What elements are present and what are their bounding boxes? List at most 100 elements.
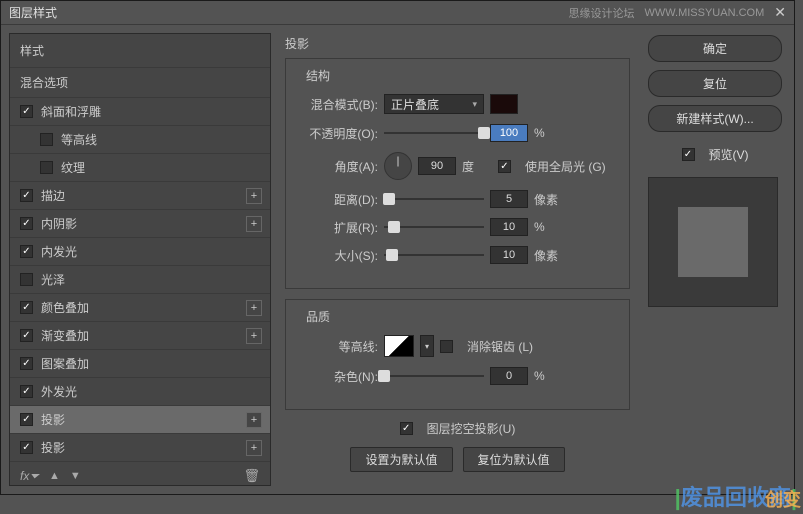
preview-box <box>648 177 778 307</box>
checkbox-icon[interactable] <box>20 105 33 118</box>
slider-thumb-icon[interactable] <box>386 249 398 261</box>
style-label: 描边 <box>41 187 65 204</box>
style-item-outer-glow[interactable]: 外发光 <box>10 377 270 405</box>
global-light-checkbox[interactable] <box>498 160 511 173</box>
cancel-button[interactable]: 复位 <box>648 70 782 97</box>
blend-options-header[interactable]: 混合选项 <box>10 67 270 97</box>
chevron-down-icon: ▾ <box>472 99 477 110</box>
opacity-slider[interactable] <box>384 132 484 134</box>
blend-mode-label: 混合模式(B): <box>298 96 378 113</box>
angle-dial[interactable] <box>384 152 412 180</box>
angle-unit: 度 <box>462 158 492 175</box>
titlebar: 图层样式 思缘设计论坛 WWW.MISSYUAN.COM ✕ <box>1 1 794 25</box>
style-label: 斜面和浮雕 <box>41 103 101 120</box>
add-effect-icon[interactable]: + <box>246 412 262 428</box>
preview-toggle[interactable]: 预览(V) <box>648 146 782 163</box>
set-default-button[interactable]: 设置为默认值 <box>350 447 452 472</box>
opacity-input[interactable] <box>490 124 528 142</box>
noise-label: 杂色(N): <box>298 368 378 385</box>
style-item-bevel[interactable]: 斜面和浮雕 <box>10 97 270 125</box>
checkbox-icon[interactable] <box>40 133 53 146</box>
structure-fieldset: 结构 混合模式(B): 正片叠底▾ 不透明度(O): % 角度(A): 度 <box>285 58 630 289</box>
style-label: 光泽 <box>41 271 65 288</box>
checkbox-icon[interactable] <box>20 189 33 202</box>
checkbox-icon[interactable] <box>20 441 33 454</box>
style-item-inner-glow[interactable]: 内发光 <box>10 237 270 265</box>
checkbox-icon[interactable] <box>20 329 33 342</box>
checkbox-icon[interactable] <box>20 413 33 426</box>
checkbox-icon[interactable] <box>20 217 33 230</box>
distance-label: 距离(D): <box>298 191 378 208</box>
add-effect-icon[interactable]: + <box>246 188 262 204</box>
spread-slider[interactable] <box>384 226 484 228</box>
noise-unit: % <box>534 369 564 383</box>
style-item-satin[interactable]: 光泽 <box>10 265 270 293</box>
style-item-color-overlay[interactable]: 颜色叠加 + <box>10 293 270 321</box>
move-up-icon[interactable]: ▲ <box>49 470 60 482</box>
add-effect-icon[interactable]: + <box>246 300 262 316</box>
checkbox-icon[interactable] <box>20 301 33 314</box>
blend-mode-select[interactable]: 正片叠底 ▾ <box>384 94 484 114</box>
antialias-checkbox[interactable] <box>440 340 453 353</box>
forum-url: WWW.MISSYUAN.COM <box>644 7 764 19</box>
contour-dropdown-icon[interactable]: ▾ <box>420 335 434 357</box>
opacity-label: 不透明度(O): <box>298 125 378 142</box>
slider-thumb-icon[interactable] <box>378 370 390 382</box>
noise-input[interactable] <box>490 367 528 385</box>
reset-default-button[interactable]: 复位为默认值 <box>463 447 565 472</box>
add-effect-icon[interactable]: + <box>246 216 262 232</box>
preview-label: 预览(V) <box>709 146 749 163</box>
style-item-contour[interactable]: 等高线 <box>10 125 270 153</box>
distance-unit: 像素 <box>534 191 564 208</box>
shadow-color-swatch[interactable] <box>490 94 518 114</box>
size-label: 大小(S): <box>298 247 378 264</box>
titlebar-right: 思缘设计论坛 WWW.MISSYUAN.COM ✕ <box>568 4 786 21</box>
style-label: 等高线 <box>61 131 97 148</box>
checkbox-icon[interactable] <box>20 273 33 286</box>
select-value: 正片叠底 <box>391 96 439 113</box>
slider-thumb-icon[interactable] <box>478 127 490 139</box>
forum-label: 思缘设计论坛 <box>568 5 634 21</box>
close-icon[interactable]: ✕ <box>774 4 786 21</box>
styles-footer: fx⏷ ▲ ▼ 🗑 <box>10 461 270 490</box>
style-item-inner-shadow[interactable]: 内阴影+ <box>10 209 270 237</box>
style-item-texture[interactable]: 纹理 <box>10 153 270 181</box>
add-effect-icon[interactable]: + <box>246 440 262 456</box>
checkbox-icon[interactable] <box>20 245 33 258</box>
checkbox-icon[interactable] <box>20 385 33 398</box>
contour-picker[interactable] <box>384 335 414 357</box>
preview-checkbox[interactable] <box>682 148 695 161</box>
distance-input[interactable] <box>490 190 528 208</box>
style-item-pattern-overlay[interactable]: 图案叠加 <box>10 349 270 377</box>
knockout-checkbox[interactable] <box>400 422 413 435</box>
trash-icon[interactable]: 🗑 <box>243 468 260 484</box>
add-effect-icon[interactable]: + <box>246 328 262 344</box>
distance-slider[interactable] <box>384 198 484 200</box>
checkbox-icon[interactable] <box>40 161 53 174</box>
settings-panel: 投影 结构 混合模式(B): 正片叠底▾ 不透明度(O): % 角度(A): <box>271 25 644 494</box>
slider-thumb-icon[interactable] <box>383 193 395 205</box>
spread-input[interactable] <box>490 218 528 236</box>
size-slider[interactable] <box>384 254 484 256</box>
style-label: 图案叠加 <box>41 355 89 372</box>
style-label: 投影 <box>41 411 65 428</box>
style-label: 渐变叠加 <box>41 327 89 344</box>
style-label: 纹理 <box>61 159 85 176</box>
spread-label: 扩展(R): <box>298 219 378 236</box>
size-input[interactable] <box>490 246 528 264</box>
style-label: 颜色叠加 <box>41 299 89 316</box>
dialog-body: 样式 混合选项 斜面和浮雕 等高线 纹理 描边 + 内阴影+ 内发光 光泽 颜色叠… <box>1 25 794 494</box>
slider-thumb-icon[interactable] <box>388 221 400 233</box>
fx-icon[interactable]: fx⏷ <box>20 469 39 484</box>
style-item-drop-shadow[interactable]: 投影 + <box>10 405 270 433</box>
ok-button[interactable]: 确定 <box>648 35 782 62</box>
styles-header[interactable]: 样式 <box>10 34 270 67</box>
checkbox-icon[interactable] <box>20 357 33 370</box>
move-down-icon[interactable]: ▼ <box>70 470 81 482</box>
noise-slider[interactable] <box>384 375 484 377</box>
style-item-gradient-overlay[interactable]: 渐变叠加 + <box>10 321 270 349</box>
style-item-stroke[interactable]: 描边 + <box>10 181 270 209</box>
new-style-button[interactable]: 新建样式(W)... <box>648 105 782 132</box>
style-item-drop-shadow-2[interactable]: 投影+ <box>10 433 270 461</box>
angle-input[interactable] <box>418 157 456 175</box>
